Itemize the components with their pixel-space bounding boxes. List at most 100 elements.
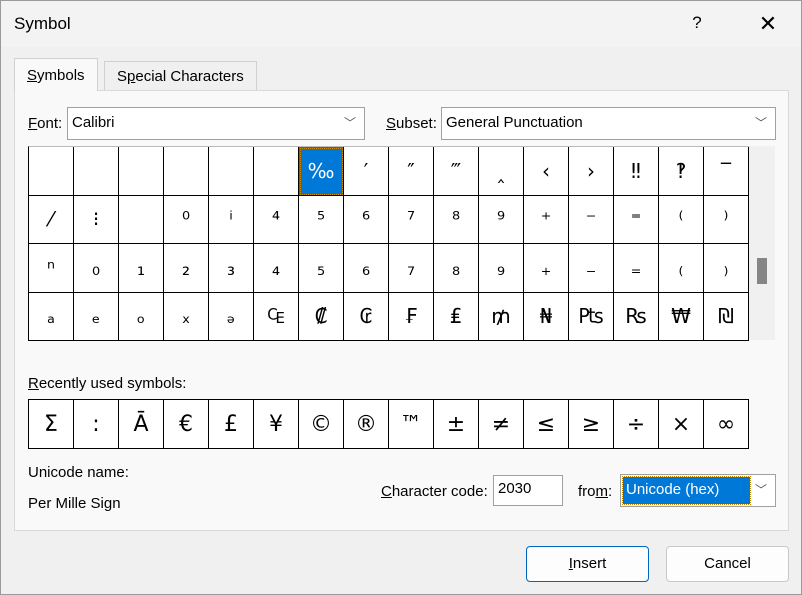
tab-special-characters[interactable]: Special Characters <box>104 61 257 91</box>
symbol-cell[interactable]: ′ <box>344 147 389 196</box>
symbol-cell[interactable]: › <box>569 147 614 196</box>
symbol-cell[interactable]: ⁹ <box>479 195 524 244</box>
symbol-cell[interactable]: ⁷ <box>389 195 434 244</box>
recent-symbol-cell[interactable]: ® <box>344 400 389 448</box>
symbol-cell[interactable]: ⁾ <box>704 195 749 244</box>
symbol-cell[interactable]: ₈ <box>434 244 479 293</box>
recent-symbol-cell[interactable]: € <box>164 400 209 448</box>
symbol-cell[interactable] <box>29 147 74 196</box>
recent-symbol-cell[interactable]: £ <box>209 400 254 448</box>
symbol-cell[interactable]: ‴ <box>434 147 479 196</box>
symbol-cell[interactable]: ₢ <box>344 292 389 341</box>
recent-symbol-cell[interactable]: © <box>299 400 344 448</box>
recent-symbol-cell[interactable]: Σ <box>29 400 74 448</box>
chevron-down-icon[interactable]: ﹀ <box>748 476 774 505</box>
symbol-cell[interactable]: ⁶ <box>344 195 389 244</box>
symbol-cell[interactable]: ⁽ <box>659 195 704 244</box>
recent-symbol-cell[interactable]: ∞ <box>704 400 749 448</box>
symbol-cell[interactable]: ‰ <box>299 147 344 196</box>
recent-symbol-cell[interactable]: ≤ <box>524 400 569 448</box>
symbol-cell[interactable]: ₥ <box>479 292 524 341</box>
subset-select[interactable]: General Punctuation ﹀ <box>441 107 776 140</box>
symbol-cell[interactable]: ⁴ <box>254 195 299 244</box>
symbol-cell[interactable]: ⁺ <box>524 195 569 244</box>
symbol-cell[interactable]: ‹ <box>524 147 569 196</box>
insert-button[interactable]: Insert <box>526 546 649 582</box>
symbol-cell[interactable]: ₤ <box>434 292 479 341</box>
recent-symbol-cell[interactable]: ™ <box>389 400 434 448</box>
symbol-cell[interactable]: ″ <box>389 147 434 196</box>
symbol-cell[interactable]: ₐ <box>29 292 74 341</box>
tab-symbols[interactable]: Symbols <box>14 58 98 91</box>
symbol-cell[interactable]: ⁝ <box>74 195 119 244</box>
help-button[interactable]: ? <box>685 13 709 33</box>
symbol-cell[interactable]: ⁄ <box>29 195 74 244</box>
symbol-cell[interactable]: ₨ <box>614 292 659 341</box>
symbol-cell[interactable]: ⁸ <box>434 195 479 244</box>
symbol-cell[interactable]: ⁼ <box>614 195 659 244</box>
title-bar: Symbol ? ✕ <box>1 1 801 47</box>
symbol-cell[interactable] <box>74 147 119 196</box>
symbol-cell[interactable]: ₅ <box>299 244 344 293</box>
symbol-cell[interactable]: ₊ <box>524 244 569 293</box>
symbol-cell[interactable]: ₡ <box>299 292 344 341</box>
symbol-cell[interactable] <box>254 147 299 196</box>
recent-symbol-cell[interactable]: : <box>74 400 119 448</box>
symbol-cell[interactable]: ₎ <box>704 244 749 293</box>
symbol-cell[interactable]: ₍ <box>659 244 704 293</box>
symbol-cell[interactable]: ‽ <box>659 147 704 196</box>
symbol-cell[interactable]: ₃ <box>209 244 254 293</box>
recent-symbol-cell[interactable]: ÷ <box>614 400 659 448</box>
symbol-cell[interactable]: ₓ <box>164 292 209 341</box>
font-select[interactable]: Calibri ﹀ <box>67 107 365 140</box>
symbol-cell[interactable]: ₉ <box>479 244 524 293</box>
symbol-cell[interactable]: ₂ <box>164 244 209 293</box>
from-value: Unicode (hex) <box>622 476 751 505</box>
symbol-cell[interactable]: ₌ <box>614 244 659 293</box>
recent-symbol-cell[interactable]: ≥ <box>569 400 614 448</box>
symbol-cell[interactable]: ⁻ <box>569 195 614 244</box>
scrollbar-thumb[interactable] <box>757 258 767 284</box>
symbol-cell[interactable]: ₣ <box>389 292 434 341</box>
symbol-cell[interactable]: ₪ <box>704 292 749 341</box>
symbol-cell[interactable]: ₧ <box>569 292 614 341</box>
symbol-cell[interactable] <box>119 147 164 196</box>
symbol-cell[interactable] <box>164 147 209 196</box>
symbol-cell[interactable]: ₔ <box>209 292 254 341</box>
symbol-dialog: Symbol ? ✕ Symbols Special Characters Fo… <box>0 0 802 595</box>
symbol-cell[interactable]: ‼ <box>614 147 659 196</box>
symbol-cell[interactable]: ₀ <box>74 244 119 293</box>
chevron-down-icon[interactable]: ﹀ <box>337 109 363 138</box>
character-code-input[interactable]: 2030 <box>493 475 563 506</box>
recent-symbol-cell[interactable]: ≠ <box>479 400 524 448</box>
cancel-button[interactable]: Cancel <box>666 546 789 582</box>
recent-symbol-cell[interactable]: ¥ <box>254 400 299 448</box>
symbol-cell[interactable]: ⁱ <box>209 195 254 244</box>
recent-symbol-cell[interactable]: Ā <box>119 400 164 448</box>
symbol-cell[interactable]: ‸ <box>479 147 524 196</box>
symbol-cell[interactable] <box>119 195 164 244</box>
symbol-cell[interactable]: ₋ <box>569 244 614 293</box>
symbol-cell[interactable]: ₩ <box>659 292 704 341</box>
symbol-cell[interactable]: ⁰ <box>164 195 209 244</box>
symbol-cell[interactable]: ₇ <box>389 244 434 293</box>
symbol-cell[interactable]: ‾ <box>704 147 749 196</box>
chevron-down-icon[interactable]: ﹀ <box>748 109 774 138</box>
close-button[interactable]: ✕ <box>753 9 783 39</box>
symbol-cell[interactable]: ⁿ <box>29 244 74 293</box>
unicode-name-label: Unicode name: <box>28 464 129 481</box>
symbol-cell[interactable]: ⁵ <box>299 195 344 244</box>
tab-label: S <box>27 67 38 84</box>
recent-symbol-cell[interactable]: × <box>659 400 704 448</box>
symbol-grid-scrollbar[interactable] <box>749 146 775 340</box>
symbol-cell[interactable]: ₆ <box>344 244 389 293</box>
symbol-cell[interactable]: ₠ <box>254 292 299 341</box>
symbol-cell[interactable]: ₦ <box>524 292 569 341</box>
from-select[interactable]: Unicode (hex) ﹀ <box>620 474 776 507</box>
symbol-cell[interactable]: ₁ <box>119 244 164 293</box>
symbol-cell[interactable] <box>209 147 254 196</box>
symbol-cell[interactable]: ₒ <box>119 292 164 341</box>
recent-symbol-cell[interactable]: ± <box>434 400 479 448</box>
symbol-cell[interactable]: ₑ <box>74 292 119 341</box>
symbol-cell[interactable]: ₄ <box>254 244 299 293</box>
